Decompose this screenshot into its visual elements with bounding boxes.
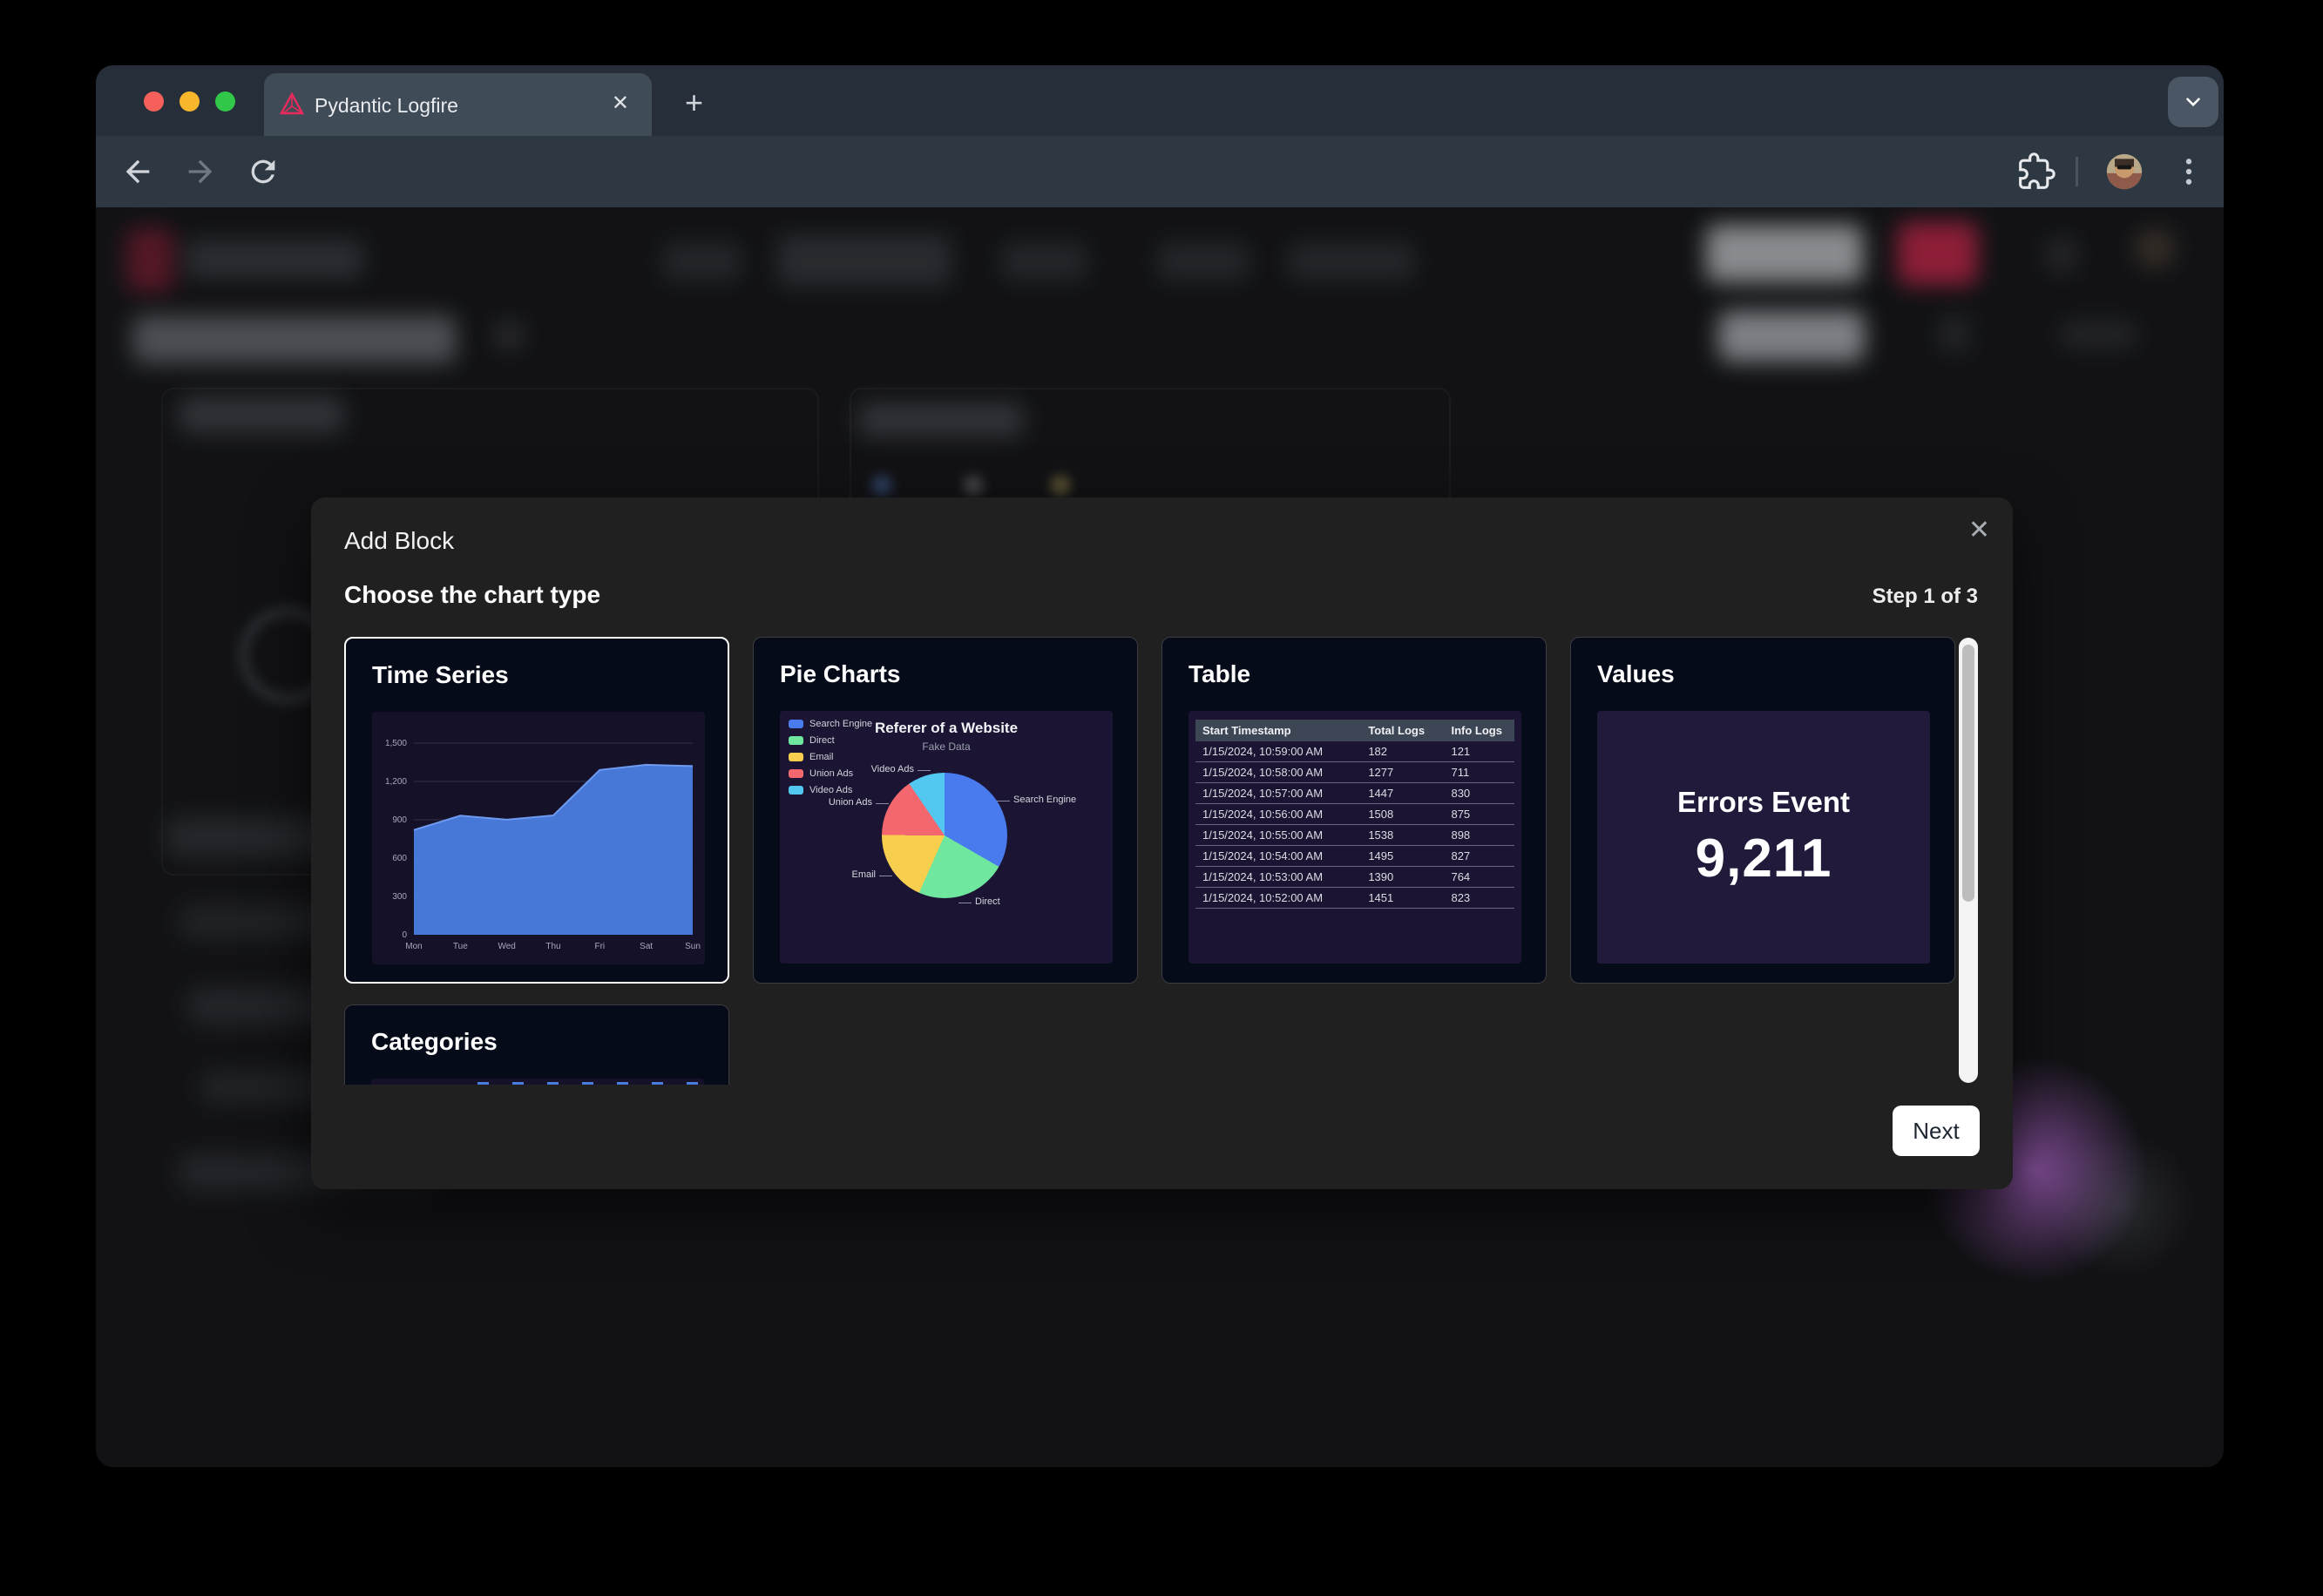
- new-tab-button[interactable]: +: [685, 85, 703, 121]
- table-row: 1/15/2024, 10:54:00 AM1495827: [1195, 846, 1514, 867]
- svg-text:Fri: Fri: [594, 942, 605, 951]
- categories-preview: [371, 1079, 704, 1085]
- browser-window: Pydantic Logfire ✕ +: [96, 65, 2224, 1467]
- bar: [547, 1082, 559, 1085]
- modal-title: Add Block: [344, 527, 454, 555]
- scrollbar-track: [1959, 638, 1978, 1083]
- chevron-down-icon: [2182, 91, 2204, 113]
- window-minimize-button[interactable]: [179, 91, 200, 112]
- svg-text:900: 900: [392, 815, 407, 825]
- tab-title: Pydantic Logfire: [315, 94, 458, 118]
- legend-item: Video Ads: [789, 784, 872, 796]
- modal-subtitle: Choose the chart type: [344, 581, 600, 609]
- column-header: Total Logs: [1361, 720, 1444, 741]
- metric-value: 9,211: [1696, 828, 1832, 889]
- kebab-menu-icon[interactable]: [2171, 154, 2206, 189]
- card-title: Values: [1597, 660, 1675, 688]
- svg-text:600: 600: [392, 854, 407, 863]
- area-chart: 0 300 600 900 1,200 1,500 Mon Tue Wed Thu Fri Sat Su…: [372, 712, 705, 964]
- bar: [617, 1082, 628, 1085]
- add-block-modal: Add Block ✕ Choose the chart type Step 1…: [311, 497, 2013, 1189]
- blurred-gray-glow: [2048, 1131, 2196, 1279]
- forward-icon[interactable]: [183, 154, 218, 189]
- table-row: 1/15/2024, 10:57:00 AM1447830: [1195, 783, 1514, 804]
- svg-text:0: 0: [402, 930, 407, 940]
- logfire-favicon-icon: [278, 91, 306, 118]
- pie-chart-preview: Referer of a Website Fake Data Search En…: [780, 711, 1113, 964]
- chart-type-grid: Time Series 0 300 600 900 1,200 1,500 Mon Tue We…: [344, 637, 1956, 1085]
- card-table[interactable]: Table Start TimestampTotal LogsInfo Logs…: [1162, 637, 1547, 984]
- legend-chip: [789, 786, 803, 795]
- desktop-background: Pydantic Logfire ✕ +: [0, 0, 2323, 1596]
- svg-text:Thu: Thu: [545, 942, 560, 951]
- svg-text:Sat: Sat: [640, 942, 653, 951]
- pie-label: Union Ads: [796, 797, 872, 808]
- table-row: 1/15/2024, 10:59:00 AM182121: [1195, 741, 1514, 762]
- pie-chart: [882, 773, 1007, 898]
- bar: [477, 1082, 489, 1085]
- tab-close-icon[interactable]: ✕: [612, 91, 629, 116]
- table-row: 1/15/2024, 10:58:00 AM1277711: [1195, 762, 1514, 783]
- browser-toolbar: logfire.pydantic.dev/e-hosseini/ehsan/da…: [96, 136, 2224, 207]
- table-row: 1/15/2024, 10:53:00 AM1390764: [1195, 867, 1514, 888]
- avatar[interactable]: [2105, 152, 2144, 191]
- bar: [582, 1082, 593, 1085]
- pie-label: Video Ads: [850, 764, 914, 774]
- extensions-icon[interactable]: [2017, 152, 2055, 191]
- step-indicator: Step 1 of 3: [1873, 585, 1978, 609]
- legend-chip: [789, 720, 803, 728]
- metric-title: Errors Event: [1677, 786, 1850, 819]
- svg-text:Tue: Tue: [453, 942, 468, 951]
- bar: [512, 1082, 524, 1085]
- card-title: Pie Charts: [780, 660, 901, 688]
- legend-chip: [789, 736, 803, 745]
- logs-table: Start TimestampTotal LogsInfo Logs 1/15/…: [1195, 720, 1514, 909]
- legend-item: Direct: [789, 734, 872, 747]
- table-preview: Start TimestampTotal LogsInfo Logs 1/15/…: [1189, 711, 1521, 964]
- table-row: 1/15/2024, 10:55:00 AM1538898: [1195, 825, 1514, 846]
- value-preview: Errors Event 9,211: [1597, 711, 1930, 964]
- card-time-series[interactable]: Time Series 0 300 600 900 1,200 1,500 Mon Tue We…: [344, 637, 729, 984]
- pie-label: Email: [825, 869, 876, 880]
- column-header: Start Timestamp: [1195, 720, 1361, 741]
- reload-icon[interactable]: [246, 154, 281, 189]
- time-series-preview: 0 300 600 900 1,200 1,500 Mon Tue Wed Thu Fri Sat Su…: [372, 712, 705, 964]
- svg-text:300: 300: [392, 892, 407, 902]
- table-row: 1/15/2024, 10:56:00 AM1508875: [1195, 804, 1514, 825]
- tab-search-button[interactable]: [2168, 77, 2218, 127]
- back-icon[interactable]: [120, 154, 155, 189]
- bar: [652, 1082, 663, 1085]
- card-categories[interactable]: Categories: [344, 1004, 729, 1085]
- legend-item: Search Engine: [789, 718, 872, 730]
- card-pie-charts[interactable]: Pie Charts Referer of a Website Fake Dat…: [753, 637, 1138, 984]
- table-row: 1/15/2024, 10:52:00 AM1451823: [1195, 888, 1514, 909]
- card-title: Time Series: [372, 661, 509, 689]
- browser-tab-strip: Pydantic Logfire ✕ +: [96, 65, 2224, 136]
- column-header: Info Logs: [1444, 720, 1514, 741]
- browser-tab[interactable]: Pydantic Logfire ✕: [264, 73, 652, 136]
- card-title: Table: [1189, 660, 1250, 688]
- bar: [687, 1082, 698, 1085]
- window-close-button[interactable]: [144, 91, 164, 112]
- svg-text:1,500: 1,500: [385, 739, 407, 748]
- legend-chip: [789, 753, 803, 761]
- svg-text:Mon: Mon: [405, 942, 422, 951]
- svg-text:Wed: Wed: [498, 942, 515, 951]
- next-button[interactable]: Next: [1893, 1106, 1980, 1156]
- window-zoom-button[interactable]: [215, 91, 235, 112]
- pie-label: Direct: [975, 896, 1000, 907]
- card-title: Categories: [371, 1028, 498, 1056]
- svg-text:1,200: 1,200: [385, 777, 407, 787]
- svg-text:Sun: Sun: [685, 942, 701, 951]
- legend-chip: [789, 769, 803, 778]
- toolbar-divider: [2076, 157, 2078, 186]
- legend-item: Email: [789, 751, 872, 763]
- scrollbar-thumb[interactable]: [1962, 645, 1974, 902]
- close-icon[interactable]: ✕: [1968, 515, 1990, 545]
- card-values[interactable]: Values Errors Event 9,211: [1570, 637, 1955, 984]
- table-header-row: Start TimestampTotal LogsInfo Logs: [1195, 720, 1514, 741]
- pie-label: Search Engine: [1013, 795, 1076, 805]
- pie-legend: Search EngineDirectEmailUnion AdsVideo A…: [789, 718, 872, 801]
